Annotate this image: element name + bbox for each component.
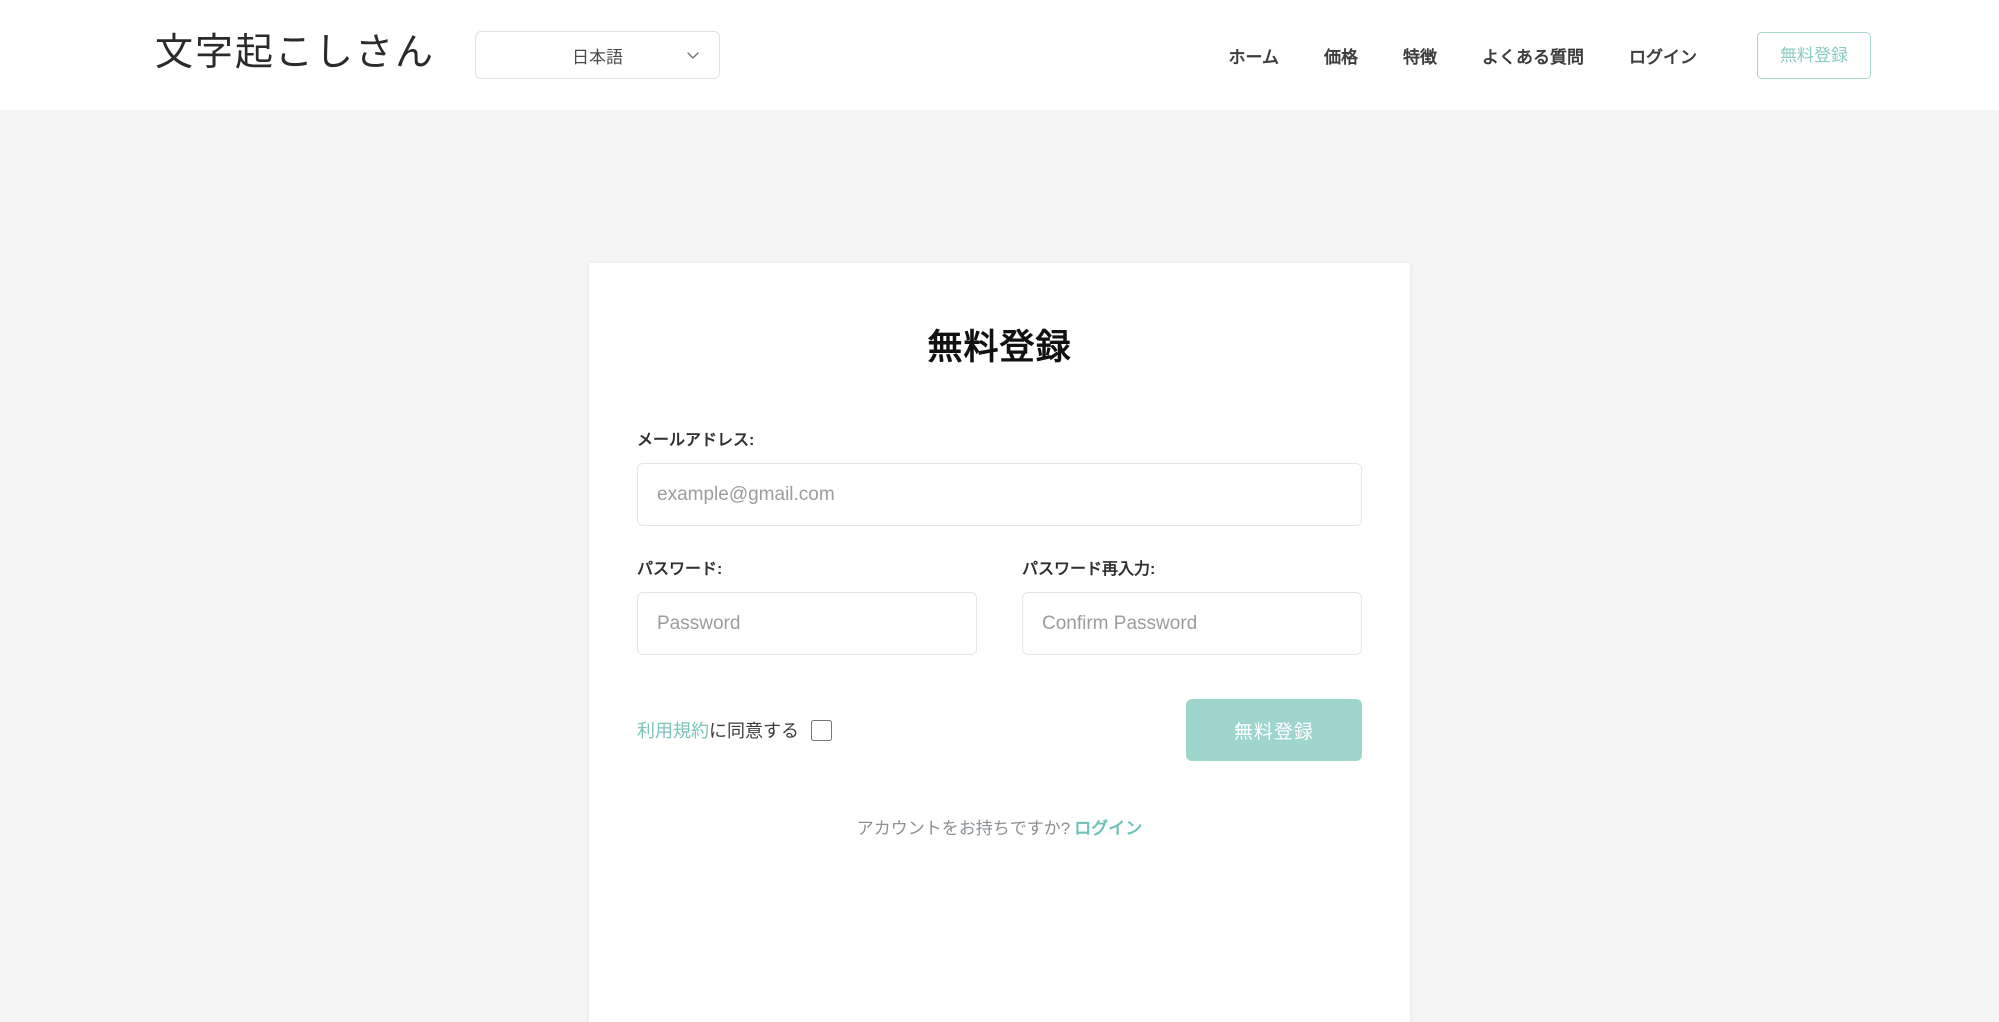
password-label: パスワード: (637, 561, 723, 578)
nav-item-features[interactable]: 特徴 (1403, 43, 1437, 68)
password-input[interactable] (637, 592, 977, 655)
page-title: 無料登録 (927, 328, 1072, 367)
terms-of-service-link[interactable]: 利用規約 (637, 721, 709, 741)
password-field-group: パスワード: (637, 555, 977, 655)
confirm-password-label: パスワード再入力: (1022, 561, 1156, 578)
main-nav: ホーム 価格 特徴 よくある質問 ログイン 無料登録 (1229, 31, 1871, 79)
card-footer: アカウントをお持ちですか? ログイン (637, 814, 1362, 895)
nav-item-login[interactable]: ログイン (1629, 43, 1697, 68)
brand-logo[interactable]: 文字起こしさん (155, 34, 435, 76)
signup-submit-button[interactable]: 無料登録 (1186, 699, 1362, 761)
signup-card: 無料登録 メールアドレス: パスワード: パスワード再入力: 利用規約に同意する… (589, 263, 1410, 1022)
chevron-down-icon (685, 47, 701, 63)
page-body: 無料登録 メールアドレス: パスワード: パスワード再入力: 利用規約に同意する… (0, 110, 1999, 1022)
terms-agreement-checkbox[interactable] (811, 719, 832, 741)
language-select[interactable]: 日本語 (475, 31, 721, 79)
footer-login-link[interactable]: ログイン (1074, 819, 1142, 838)
confirm-password-input[interactable] (1022, 592, 1362, 655)
nav-item-home[interactable]: ホーム (1229, 43, 1280, 68)
header-signup-button[interactable]: 無料登録 (1757, 31, 1871, 79)
email-input[interactable] (637, 463, 1362, 526)
email-field-group: メールアドレス: (637, 426, 1362, 526)
confirm-password-field-group: パスワード再入力: (1022, 555, 1362, 655)
terms-agreement-suffix: に同意する (709, 721, 799, 741)
email-label: メールアドレス: (637, 432, 755, 449)
existing-account-text: アカウントをお持ちですか? (856, 819, 1071, 838)
terms-agreement-text: 利用規約に同意する (637, 717, 799, 743)
language-select-value: 日本語 (572, 47, 624, 67)
site-header: 文字起こしさん 日本語 ホーム 価格 特徴 よくある質問 ログイン 無料登録 (0, 0, 1999, 110)
nav-item-faq[interactable]: よくある質問 (1482, 43, 1584, 68)
terms-agreement-row: 利用規約に同意する 無料登録 (637, 699, 1362, 761)
password-row: パスワード: パスワード再入力: (637, 555, 1362, 655)
nav-item-pricing[interactable]: 価格 (1324, 43, 1358, 68)
